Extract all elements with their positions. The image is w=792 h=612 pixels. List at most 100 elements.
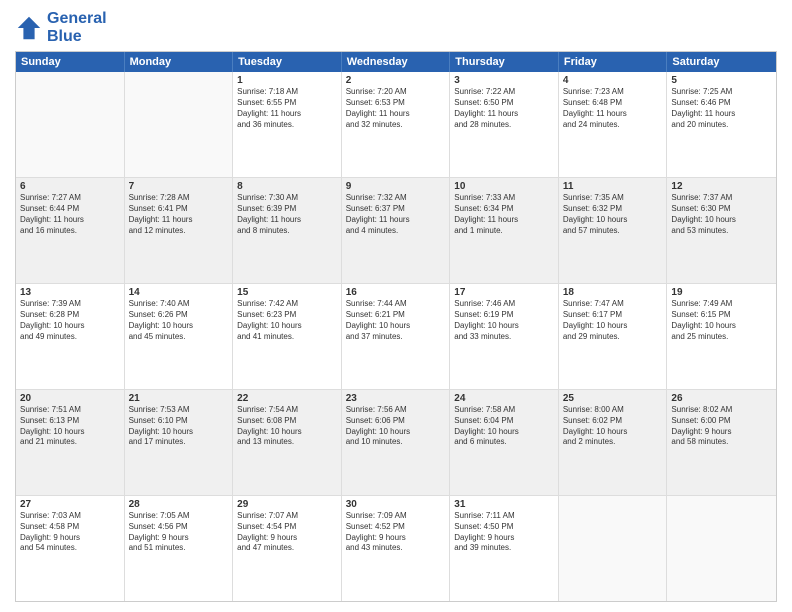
day-number: 22 — [237, 393, 337, 404]
day-number: 8 — [237, 181, 337, 192]
cell-content: Sunrise: 7:47 AM Sunset: 6:17 PM Dayligh… — [563, 299, 663, 342]
calendar-header: SundayMondayTuesdayWednesdayThursdayFrid… — [16, 52, 776, 72]
day-number: 18 — [563, 287, 663, 298]
cell-content: Sunrise: 7:46 AM Sunset: 6:19 PM Dayligh… — [454, 299, 554, 342]
calendar-cell — [667, 496, 776, 601]
day-number: 30 — [346, 499, 446, 510]
day-number: 20 — [20, 393, 120, 404]
calendar-cell: 31Sunrise: 7:11 AM Sunset: 4:50 PM Dayli… — [450, 496, 559, 601]
calendar-cell: 20Sunrise: 7:51 AM Sunset: 6:13 PM Dayli… — [16, 390, 125, 495]
calendar-cell: 25Sunrise: 8:00 AM Sunset: 6:02 PM Dayli… — [559, 390, 668, 495]
cell-content: Sunrise: 7:53 AM Sunset: 6:10 PM Dayligh… — [129, 405, 229, 448]
calendar-cell — [559, 496, 668, 601]
header-day-thursday: Thursday — [450, 52, 559, 72]
cell-content: Sunrise: 7:32 AM Sunset: 6:37 PM Dayligh… — [346, 193, 446, 236]
header: General Blue — [15, 10, 777, 45]
day-number: 26 — [671, 393, 772, 404]
cell-content: Sunrise: 7:37 AM Sunset: 6:30 PM Dayligh… — [671, 193, 772, 236]
day-number: 21 — [129, 393, 229, 404]
cell-content: Sunrise: 7:11 AM Sunset: 4:50 PM Dayligh… — [454, 511, 554, 554]
day-number: 12 — [671, 181, 772, 192]
calendar-row-2: 13Sunrise: 7:39 AM Sunset: 6:28 PM Dayli… — [16, 283, 776, 389]
day-number: 4 — [563, 75, 663, 86]
cell-content: Sunrise: 7:33 AM Sunset: 6:34 PM Dayligh… — [454, 193, 554, 236]
calendar-cell: 19Sunrise: 7:49 AM Sunset: 6:15 PM Dayli… — [667, 284, 776, 389]
day-number: 10 — [454, 181, 554, 192]
calendar-cell — [125, 72, 234, 177]
cell-content: Sunrise: 7:27 AM Sunset: 6:44 PM Dayligh… — [20, 193, 120, 236]
header-day-saturday: Saturday — [667, 52, 776, 72]
calendar-cell: 12Sunrise: 7:37 AM Sunset: 6:30 PM Dayli… — [667, 178, 776, 283]
cell-content: Sunrise: 7:39 AM Sunset: 6:28 PM Dayligh… — [20, 299, 120, 342]
calendar-row-3: 20Sunrise: 7:51 AM Sunset: 6:13 PM Dayli… — [16, 389, 776, 495]
header-day-sunday: Sunday — [16, 52, 125, 72]
cell-content: Sunrise: 7:05 AM Sunset: 4:56 PM Dayligh… — [129, 511, 229, 554]
day-number: 6 — [20, 181, 120, 192]
day-number: 13 — [20, 287, 120, 298]
calendar-cell: 2Sunrise: 7:20 AM Sunset: 6:53 PM Daylig… — [342, 72, 451, 177]
cell-content: Sunrise: 7:18 AM Sunset: 6:55 PM Dayligh… — [237, 87, 337, 130]
cell-content: Sunrise: 7:07 AM Sunset: 4:54 PM Dayligh… — [237, 511, 337, 554]
cell-content: Sunrise: 7:28 AM Sunset: 6:41 PM Dayligh… — [129, 193, 229, 236]
day-number: 16 — [346, 287, 446, 298]
day-number: 5 — [671, 75, 772, 86]
calendar-cell: 28Sunrise: 7:05 AM Sunset: 4:56 PM Dayli… — [125, 496, 234, 601]
logo-text: General Blue — [47, 10, 107, 45]
day-number: 7 — [129, 181, 229, 192]
cell-content: Sunrise: 8:02 AM Sunset: 6:00 PM Dayligh… — [671, 405, 772, 448]
cell-content: Sunrise: 7:23 AM Sunset: 6:48 PM Dayligh… — [563, 87, 663, 130]
calendar-cell: 22Sunrise: 7:54 AM Sunset: 6:08 PM Dayli… — [233, 390, 342, 495]
day-number: 31 — [454, 499, 554, 510]
day-number: 29 — [237, 499, 337, 510]
cell-content: Sunrise: 7:51 AM Sunset: 6:13 PM Dayligh… — [20, 405, 120, 448]
day-number: 9 — [346, 181, 446, 192]
day-number: 3 — [454, 75, 554, 86]
calendar-body: 1Sunrise: 7:18 AM Sunset: 6:55 PM Daylig… — [16, 72, 776, 601]
calendar-row-4: 27Sunrise: 7:03 AM Sunset: 4:58 PM Dayli… — [16, 495, 776, 601]
calendar-cell: 27Sunrise: 7:03 AM Sunset: 4:58 PM Dayli… — [16, 496, 125, 601]
calendar-cell: 10Sunrise: 7:33 AM Sunset: 6:34 PM Dayli… — [450, 178, 559, 283]
calendar-cell: 4Sunrise: 7:23 AM Sunset: 6:48 PM Daylig… — [559, 72, 668, 177]
cell-content: Sunrise: 7:54 AM Sunset: 6:08 PM Dayligh… — [237, 405, 337, 448]
calendar-row-0: 1Sunrise: 7:18 AM Sunset: 6:55 PM Daylig… — [16, 72, 776, 177]
header-day-wednesday: Wednesday — [342, 52, 451, 72]
calendar-cell: 6Sunrise: 7:27 AM Sunset: 6:44 PM Daylig… — [16, 178, 125, 283]
cell-content: Sunrise: 7:25 AM Sunset: 6:46 PM Dayligh… — [671, 87, 772, 130]
calendar-row-1: 6Sunrise: 7:27 AM Sunset: 6:44 PM Daylig… — [16, 177, 776, 283]
calendar-cell: 23Sunrise: 7:56 AM Sunset: 6:06 PM Dayli… — [342, 390, 451, 495]
day-number: 15 — [237, 287, 337, 298]
calendar-cell: 3Sunrise: 7:22 AM Sunset: 6:50 PM Daylig… — [450, 72, 559, 177]
day-number: 2 — [346, 75, 446, 86]
calendar-cell: 5Sunrise: 7:25 AM Sunset: 6:46 PM Daylig… — [667, 72, 776, 177]
calendar-cell: 14Sunrise: 7:40 AM Sunset: 6:26 PM Dayli… — [125, 284, 234, 389]
day-number: 14 — [129, 287, 229, 298]
cell-content: Sunrise: 7:49 AM Sunset: 6:15 PM Dayligh… — [671, 299, 772, 342]
calendar-cell: 7Sunrise: 7:28 AM Sunset: 6:41 PM Daylig… — [125, 178, 234, 283]
calendar-cell: 11Sunrise: 7:35 AM Sunset: 6:32 PM Dayli… — [559, 178, 668, 283]
calendar-cell: 9Sunrise: 7:32 AM Sunset: 6:37 PM Daylig… — [342, 178, 451, 283]
cell-content: Sunrise: 8:00 AM Sunset: 6:02 PM Dayligh… — [563, 405, 663, 448]
cell-content: Sunrise: 7:35 AM Sunset: 6:32 PM Dayligh… — [563, 193, 663, 236]
calendar-cell: 29Sunrise: 7:07 AM Sunset: 4:54 PM Dayli… — [233, 496, 342, 601]
cell-content: Sunrise: 7:20 AM Sunset: 6:53 PM Dayligh… — [346, 87, 446, 130]
cell-content: Sunrise: 7:03 AM Sunset: 4:58 PM Dayligh… — [20, 511, 120, 554]
calendar-cell: 24Sunrise: 7:58 AM Sunset: 6:04 PM Dayli… — [450, 390, 559, 495]
day-number: 25 — [563, 393, 663, 404]
cell-content: Sunrise: 7:44 AM Sunset: 6:21 PM Dayligh… — [346, 299, 446, 342]
day-number: 28 — [129, 499, 229, 510]
logo-icon — [15, 14, 43, 42]
cell-content: Sunrise: 7:42 AM Sunset: 6:23 PM Dayligh… — [237, 299, 337, 342]
cell-content: Sunrise: 7:22 AM Sunset: 6:50 PM Dayligh… — [454, 87, 554, 130]
calendar-cell: 17Sunrise: 7:46 AM Sunset: 6:19 PM Dayli… — [450, 284, 559, 389]
day-number: 23 — [346, 393, 446, 404]
cell-content: Sunrise: 7:58 AM Sunset: 6:04 PM Dayligh… — [454, 405, 554, 448]
calendar-cell: 13Sunrise: 7:39 AM Sunset: 6:28 PM Dayli… — [16, 284, 125, 389]
day-number: 11 — [563, 181, 663, 192]
cell-content: Sunrise: 7:56 AM Sunset: 6:06 PM Dayligh… — [346, 405, 446, 448]
day-number: 17 — [454, 287, 554, 298]
day-number: 19 — [671, 287, 772, 298]
calendar-cell: 15Sunrise: 7:42 AM Sunset: 6:23 PM Dayli… — [233, 284, 342, 389]
calendar-cell: 18Sunrise: 7:47 AM Sunset: 6:17 PM Dayli… — [559, 284, 668, 389]
cell-content: Sunrise: 7:09 AM Sunset: 4:52 PM Dayligh… — [346, 511, 446, 554]
calendar: SundayMondayTuesdayWednesdayThursdayFrid… — [15, 51, 777, 602]
